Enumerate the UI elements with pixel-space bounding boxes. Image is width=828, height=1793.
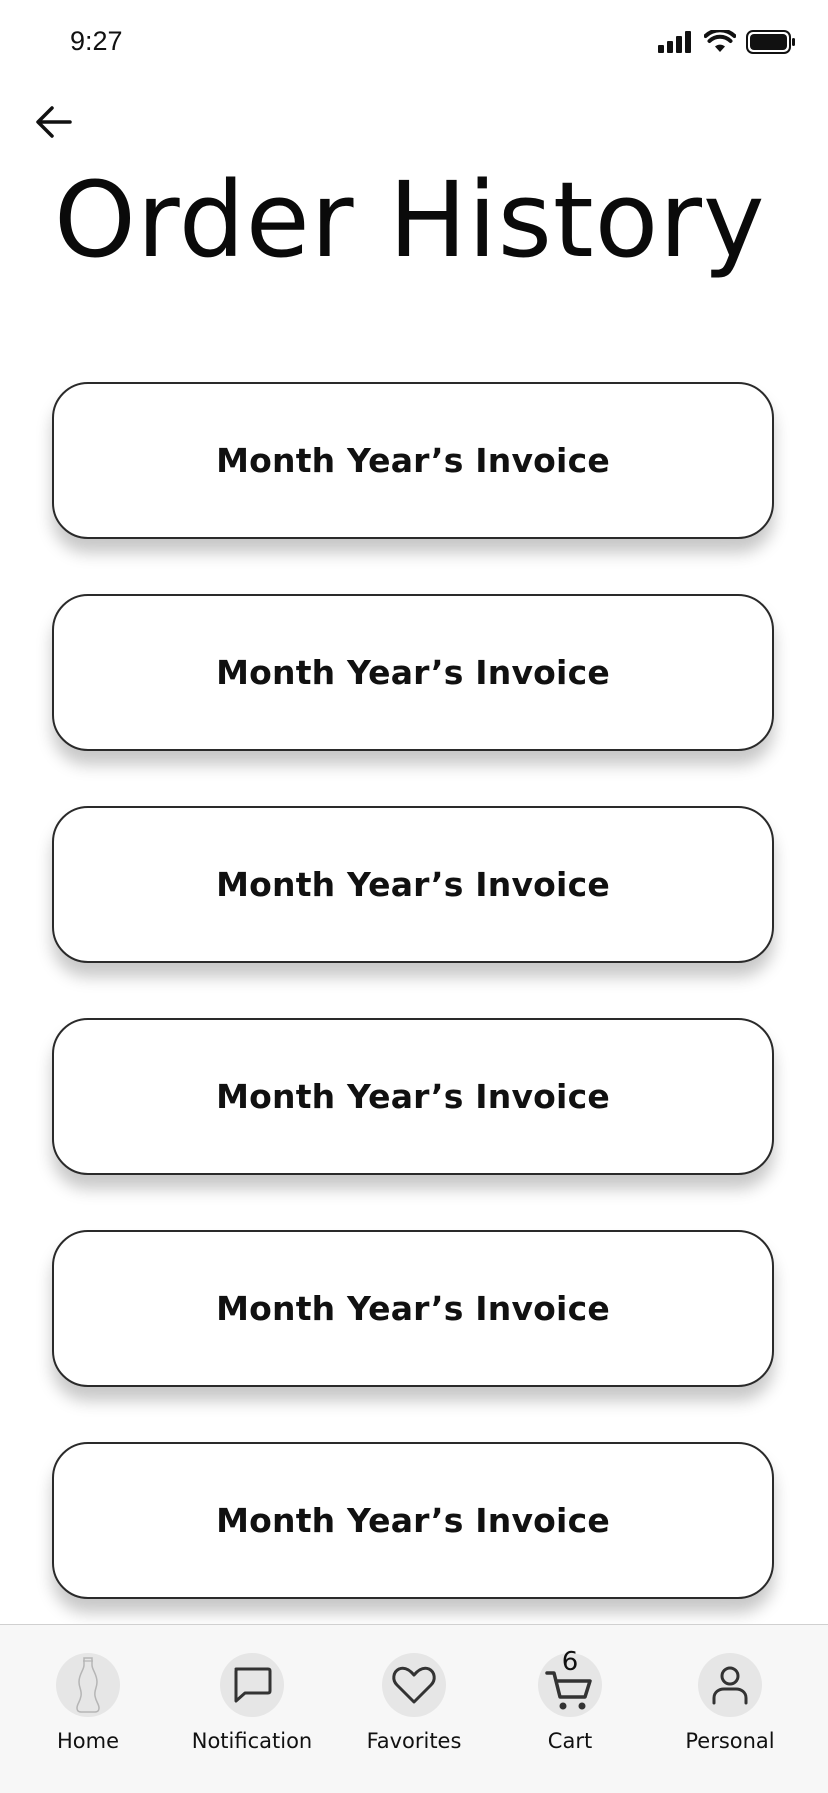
tab-personal[interactable]: Personal <box>660 1653 800 1753</box>
cart-icon: 6 <box>538 1647 602 1717</box>
invoice-label: Month Year’s Invoice <box>216 1289 610 1328</box>
invoice-card[interactable]: Month Year’s Invoice <box>52 382 774 539</box>
tab-label: Notification <box>191 1729 313 1753</box>
invoice-card[interactable]: Month Year’s Invoice <box>52 1018 774 1175</box>
status-bar: 9:27 <box>0 0 828 90</box>
invoice-label: Month Year’s Invoice <box>216 653 610 692</box>
tab-favorites[interactable]: Favorites <box>344 1653 484 1753</box>
tab-cart[interactable]: 6 Cart <box>500 1647 640 1753</box>
status-icons <box>658 28 796 59</box>
invoice-label: Month Year’s Invoice <box>216 1501 610 1540</box>
bottom-tab-bar: Home Notification Favorites 6 Cart Perso… <box>0 1624 828 1793</box>
invoice-card[interactable]: Month Year’s Invoice <box>52 1230 774 1387</box>
heart-icon <box>382 1653 446 1717</box>
status-time: 9:27 <box>70 26 123 56</box>
person-icon <box>698 1653 762 1717</box>
invoice-label: Month Year’s Invoice <box>216 865 610 904</box>
tab-home[interactable]: Home <box>18 1653 158 1753</box>
invoice-label: Month Year’s Invoice <box>216 1077 610 1116</box>
tab-label: Personal <box>685 1729 775 1753</box>
invoice-card[interactable]: Month Year’s Invoice <box>52 806 774 963</box>
tab-notification[interactable]: Notification <box>182 1653 322 1753</box>
invoice-card[interactable]: Month Year’s Invoice <box>52 1442 774 1599</box>
tab-label: Favorites <box>366 1729 462 1753</box>
bottle-icon <box>56 1653 120 1717</box>
invoice-label: Month Year’s Invoice <box>216 441 610 480</box>
tab-label: Cart <box>547 1729 593 1753</box>
back-button[interactable] <box>30 100 78 148</box>
signal-icon <box>658 31 694 58</box>
cart-badge: 6 <box>561 1647 579 1677</box>
page-title: Order History <box>54 159 766 281</box>
tab-label: Home <box>56 1729 119 1753</box>
chat-bubble-icon <box>220 1653 284 1717</box>
invoice-card[interactable]: Month Year’s Invoice <box>52 594 774 751</box>
arrow-left-icon <box>34 104 74 145</box>
invoice-list: Month Year’s Invoice Month Year’s Invoic… <box>52 382 774 1654</box>
battery-icon <box>746 30 796 59</box>
wifi-icon <box>703 28 737 59</box>
